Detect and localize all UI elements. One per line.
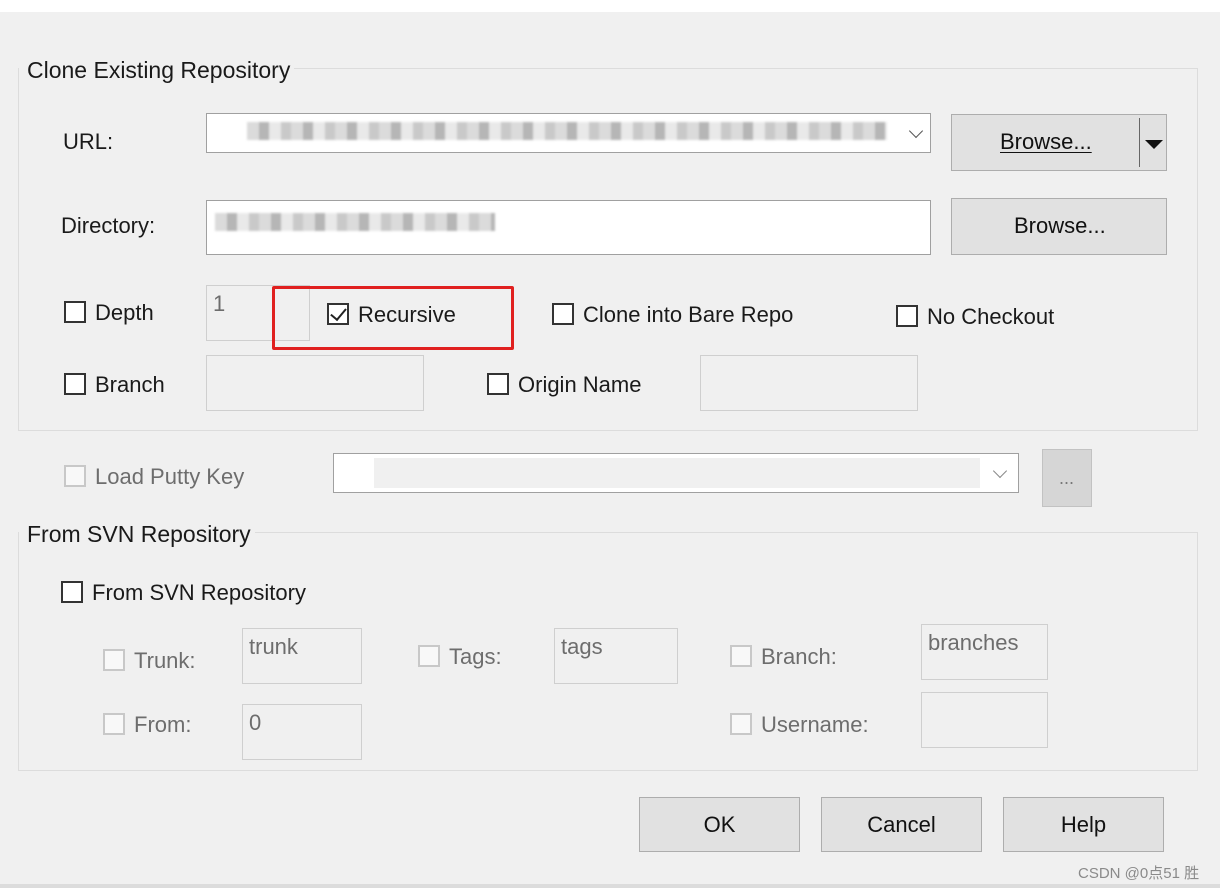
username-label: Username: [761, 712, 869, 737]
watermark: CSDN @0点51 胜 [1078, 865, 1200, 882]
cancel-button-label: Cancel [867, 812, 936, 837]
url-combobox[interactable] [206, 113, 931, 153]
url-redacted [247, 122, 887, 140]
url-label: URL: [63, 129, 114, 154]
tags-value: tags [561, 634, 603, 659]
svn-branch-checkbox[interactable] [730, 645, 752, 667]
origin-name-checkbox[interactable] [487, 373, 509, 395]
putty-key-browse-label: ... [1059, 468, 1075, 488]
branch-label: Branch [95, 372, 165, 397]
origin-name-label: Origin Name [518, 372, 642, 397]
origin-name-input[interactable] [700, 355, 918, 411]
recursive-checkbox[interactable] [327, 303, 349, 325]
svn-branch-value: branches [928, 630, 1019, 655]
chevron-down-icon[interactable] [992, 463, 1008, 479]
directory-input[interactable] [206, 200, 931, 255]
url-browse-label: Browse... [1000, 129, 1092, 154]
tags-checkbox[interactable] [418, 645, 440, 667]
depth-label: Depth [95, 300, 154, 325]
bare-repo-label: Clone into Bare Repo [583, 302, 794, 327]
trunk-value: trunk [249, 634, 298, 659]
svn-checkbox-label: From SVN Repository [92, 580, 306, 605]
clone-group-title: Clone Existing Repository [19, 56, 295, 84]
tags-label: Tags: [449, 644, 502, 669]
help-button-label: Help [1060, 812, 1107, 837]
help-button[interactable]: Help [1003, 797, 1164, 852]
ok-button-label: OK [703, 812, 736, 837]
svn-branch-label: Branch: [761, 644, 837, 669]
chevron-down-icon[interactable] [908, 123, 924, 139]
username-input[interactable] [921, 692, 1048, 748]
putty-key-label: Load Putty Key [95, 464, 245, 489]
branch-input[interactable] [206, 355, 424, 411]
directory-browse-button[interactable]: Browse... [951, 198, 1167, 255]
directory-label: Directory: [61, 213, 156, 238]
svn-checkbox[interactable] [61, 581, 83, 603]
branch-checkbox[interactable] [64, 373, 86, 395]
putty-key-combobox[interactable] [333, 453, 1019, 493]
bare-repo-checkbox[interactable] [552, 303, 574, 325]
from-input[interactable]: 0 [242, 704, 362, 760]
svn-group-title: From SVN Repository [19, 520, 255, 548]
username-checkbox[interactable] [730, 713, 752, 735]
depth-checkbox[interactable] [64, 301, 86, 323]
ok-button[interactable]: OK [639, 797, 800, 852]
dropdown-arrow-icon[interactable] [1145, 140, 1163, 149]
trunk-input[interactable]: trunk [242, 628, 362, 684]
window-top-strip [0, 0, 1220, 12]
no-checkout-checkbox[interactable] [896, 305, 918, 327]
cancel-button[interactable]: Cancel [821, 797, 982, 852]
checkmark-icon [330, 303, 347, 322]
tags-input[interactable]: tags [554, 628, 678, 684]
putty-key-field-fill [374, 458, 980, 488]
directory-redacted [215, 213, 495, 231]
trunk-label: Trunk: [134, 648, 196, 673]
putty-key-browse-button[interactable]: ... [1042, 449, 1092, 507]
recursive-label: Recursive [358, 302, 456, 327]
no-checkout-label: No Checkout [927, 304, 1055, 329]
directory-browse-label: Browse... [1014, 213, 1106, 238]
from-checkbox[interactable] [103, 713, 125, 735]
from-label: From: [134, 712, 192, 737]
split-divider [1139, 118, 1140, 167]
depth-value: 1 [213, 291, 226, 316]
url-browse-button[interactable]: Browse... [951, 114, 1167, 171]
svn-branch-input[interactable]: branches [921, 624, 1048, 680]
from-value: 0 [249, 710, 262, 735]
trunk-checkbox[interactable] [103, 649, 125, 671]
bottom-edge [0, 884, 1220, 888]
putty-key-checkbox[interactable] [64, 465, 86, 487]
